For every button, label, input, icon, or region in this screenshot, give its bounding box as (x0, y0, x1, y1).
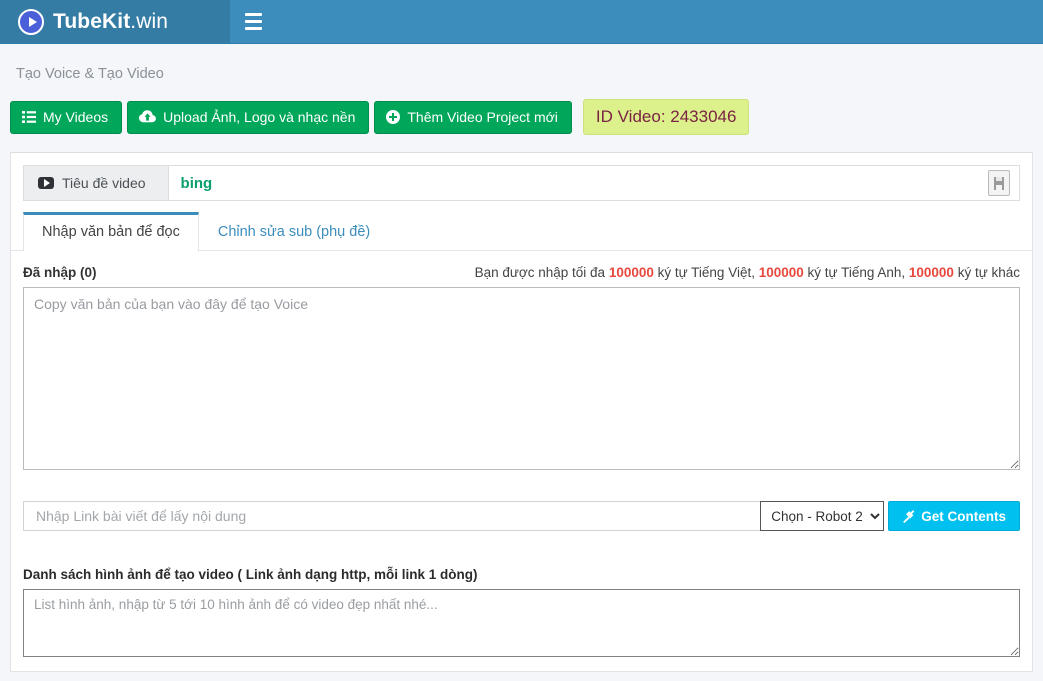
image-list-label: Danh sách hình ảnh để tạo video ( Link ả… (23, 567, 1020, 582)
new-video-project-label: Thêm Video Project mới (407, 110, 558, 124)
video-title-row: Tiêu đề video (11, 153, 1032, 201)
limit-other-text: ký tự khác (954, 265, 1020, 280)
get-contents-button[interactable]: Get Contents (888, 501, 1020, 531)
upload-assets-label: Upload Ảnh, Logo và nhạc nền (163, 110, 355, 124)
save-disk-icon (994, 177, 1004, 190)
breadcrumb: Tạo Voice & Tạo Video (0, 44, 1043, 82)
video-play-icon (38, 177, 54, 189)
limit-en-text: ký tự Tiếng Anh, (804, 265, 909, 280)
robot-select[interactable]: Chọn - Robot 1Chọn - Robot 2Chọn - Robot… (760, 501, 884, 531)
editor-meta-row: Đã nhập (0) Bạn được nhập tối đa 100000 … (23, 265, 1020, 280)
hamburger-menu-icon[interactable] (230, 0, 276, 43)
char-limit-note: Bạn được nhập tối đa 100000 ký tự Tiếng … (475, 265, 1020, 280)
top-navbar: TubeKit.win (0, 0, 1043, 44)
main-panel: Tiêu đề video Nhập văn bản để đọc Chỉnh … (10, 152, 1033, 672)
list-icon (22, 111, 36, 123)
limit-other-number: 100000 (909, 265, 954, 280)
article-link-row: Chọn - Robot 1Chọn - Robot 2Chọn - Robot… (23, 501, 1020, 531)
video-title-tab[interactable]: Tiêu đề video (23, 165, 168, 201)
brand-logo[interactable]: TubeKit.win (0, 0, 230, 43)
get-contents-label: Get Contents (921, 509, 1006, 524)
article-link-input[interactable] (23, 501, 760, 531)
image-list-section: Danh sách hình ảnh để tạo video ( Link ả… (11, 567, 1032, 657)
cloud-upload-icon (139, 110, 156, 123)
brand-text: TubeKit.win (53, 10, 168, 34)
video-title-input-wrap (168, 165, 1020, 201)
plus-circle-icon (386, 110, 400, 124)
video-title-input[interactable] (169, 166, 988, 200)
brand-bold: TubeKit (53, 10, 130, 33)
action-toolbar: My Videos Upload Ảnh, Logo và nhạc nền T… (0, 82, 1043, 135)
brand-light: .win (130, 10, 168, 33)
video-title-tab-label: Tiêu đề video (62, 175, 146, 191)
my-videos-button[interactable]: My Videos (10, 101, 122, 134)
image-list-textarea[interactable] (23, 589, 1020, 657)
voice-text-textarea[interactable] (23, 287, 1020, 470)
video-id-badge: ID Video: 2433046 (583, 99, 750, 135)
tab-chinh-sua-sub[interactable]: Chỉnh sửa sub (phụ đề) (199, 212, 389, 251)
magic-plug-icon (902, 510, 915, 523)
limit-prefix: Bạn được nhập tối đa (475, 265, 609, 280)
tab-nhap-van-ban[interactable]: Nhập văn bản để đọc (23, 212, 199, 251)
play-circle-icon (18, 9, 44, 35)
limit-vi-number: 100000 (609, 265, 654, 280)
my-videos-label: My Videos (43, 110, 108, 124)
save-title-button[interactable] (988, 170, 1010, 196)
text-editor-section: Đã nhập (0) Bạn được nhập tối đa 100000 … (11, 251, 1032, 470)
limit-en-number: 100000 (759, 265, 804, 280)
typed-count-label: Đã nhập (0) (23, 265, 97, 280)
new-video-project-button[interactable]: Thêm Video Project mới (374, 101, 572, 134)
limit-vi-text: ký tự Tiếng Việt, (654, 265, 759, 280)
editor-tabs: Nhập văn bản để đọc Chỉnh sửa sub (phụ đ… (11, 201, 1032, 251)
upload-assets-button[interactable]: Upload Ảnh, Logo và nhạc nền (127, 101, 369, 134)
